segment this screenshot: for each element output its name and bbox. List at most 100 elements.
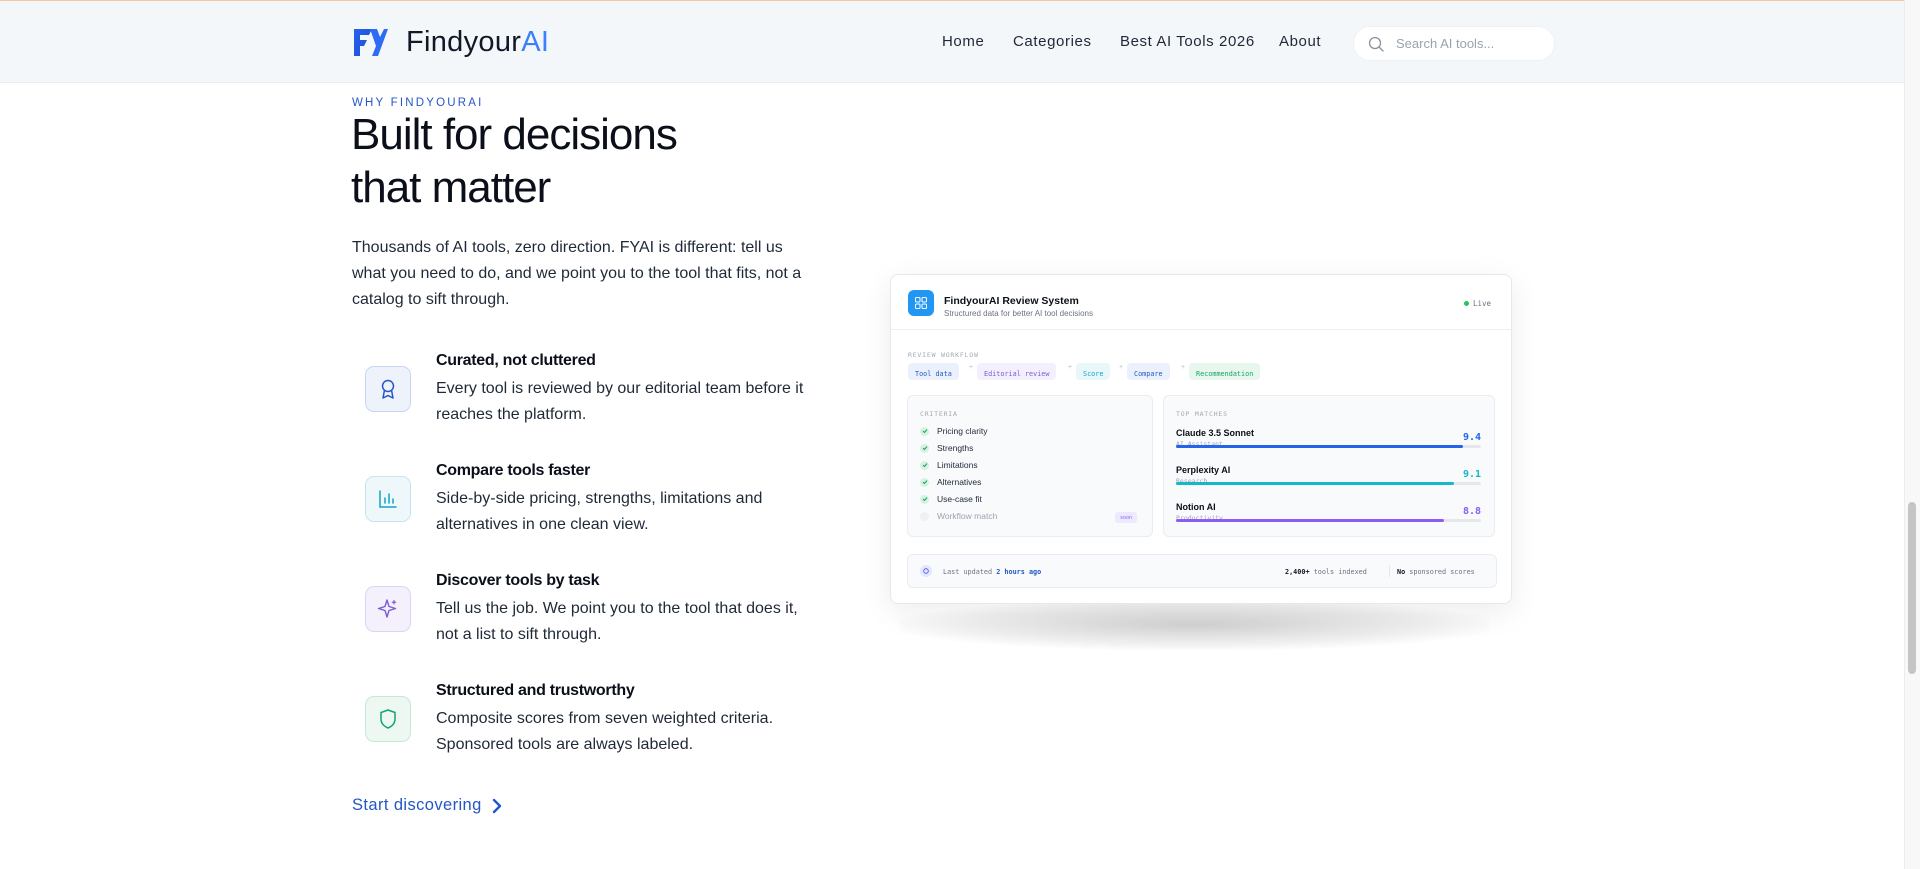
- criteria-text: Pricing clarity: [937, 426, 988, 436]
- start-discovering-link[interactable]: Start discovering: [352, 796, 502, 815]
- brand-name: FindyourAI: [406, 26, 549, 59]
- card-shadow: [900, 600, 1490, 650]
- sponsored-note: No sponsored scores: [1397, 568, 1475, 576]
- workflow-step: Score: [1076, 363, 1111, 380]
- status-dot-icon: [1464, 301, 1469, 306]
- brand-logo[interactable]: FindyourAI: [352, 26, 549, 59]
- nav-about[interactable]: About: [1279, 33, 1321, 50]
- live-status: Live: [1464, 299, 1491, 308]
- criteria-item: Pricing clarity: [920, 426, 988, 436]
- nav-categories[interactable]: Categories: [1013, 33, 1092, 50]
- check-icon: [920, 477, 929, 487]
- workflow-label: REVIEW WORKFLOW: [908, 351, 979, 359]
- brand-name-main: Findyour: [406, 26, 522, 58]
- check-icon: [920, 426, 929, 436]
- divider: [1389, 565, 1390, 577]
- criteria-text: Strengths: [937, 443, 974, 453]
- criteria-item: Workflow match: [920, 511, 997, 521]
- arrow-icon: +: [969, 364, 974, 371]
- criteria-item: Use-case fit: [920, 494, 982, 504]
- check-icon: [920, 443, 929, 453]
- criteria-text: Workflow match: [937, 511, 998, 521]
- heading-line-2: that matter: [351, 163, 551, 212]
- score-track: [1176, 482, 1481, 485]
- section-intro: Thousands of AI tools, zero direction. F…: [352, 239, 802, 308]
- indexed-label: tools indexed: [1313, 568, 1367, 576]
- match-score: 8.8: [1462, 506, 1481, 517]
- search-box[interactable]: [1353, 26, 1555, 61]
- feature-title: Structured and trustworthy: [436, 682, 635, 699]
- score-fill: [1176, 445, 1463, 448]
- workflow-step: Editorial review: [977, 363, 1057, 380]
- feature-desc: Composite scores from seven weighted cri…: [436, 710, 774, 753]
- feature-desc: Tell us the job. We point you to the too…: [436, 600, 798, 643]
- criteria-text: Alternatives: [937, 477, 982, 487]
- heading-line-1: Built for decisions: [351, 110, 678, 159]
- search-input[interactable]: [1394, 35, 1538, 52]
- section-heading: Built for decisions that matter: [351, 108, 678, 214]
- card-header: FindyourAI Review System Structured data…: [891, 275, 1511, 330]
- workflow-step: Recommendation: [1189, 363, 1261, 380]
- workflow-step: Compare: [1127, 363, 1170, 380]
- soon-badge: soon: [1115, 512, 1137, 523]
- criteria-label: CRITERIA: [920, 410, 958, 418]
- feature-title: Compare tools faster: [436, 462, 591, 479]
- score-fill: [1176, 482, 1454, 485]
- check-empty-icon: [920, 511, 929, 521]
- check-icon: [920, 494, 929, 504]
- shield-icon: [365, 696, 411, 742]
- match-name: Claude 3.5 Sonnet: [1176, 428, 1255, 438]
- bar-chart-icon: [365, 476, 411, 522]
- review-system-card: FindyourAI Review System Structured data…: [890, 274, 1512, 604]
- criteria-text: Limitations: [937, 460, 978, 470]
- score-track: [1176, 519, 1481, 522]
- card-footer: Last updated 2 hours ago 2,400+ tools in…: [907, 554, 1497, 588]
- card-title: FindyourAI Review System: [944, 295, 1079, 307]
- criteria-item: Alternatives: [920, 477, 981, 487]
- feature-desc: Every tool is reviewed by our editorial …: [436, 380, 804, 423]
- top-matches-panel: TOP MATCHES Claude 3.5 Sonnet AI Assista…: [1163, 395, 1495, 537]
- criteria-text: Use-case fit: [937, 494, 982, 504]
- scrollbar-track[interactable]: [1904, 0, 1920, 869]
- matches-label: TOP MATCHES: [1176, 410, 1228, 418]
- sponsored-label: sponsored scores: [1409, 568, 1475, 576]
- scrollbar-thumb[interactable]: [1908, 502, 1916, 674]
- match-name: Perplexity AI: [1176, 465, 1231, 475]
- sponsored-no: No: [1397, 568, 1406, 576]
- nav-best-ai-tools[interactable]: Best AI Tools 2026: [1120, 33, 1255, 50]
- feature-title: Curated, not cluttered: [436, 352, 596, 369]
- cta-label: Start discovering: [352, 796, 482, 814]
- indexed-count: 2,400+: [1285, 568, 1310, 576]
- feature-desc: Side-by-side pricing, strengths, limitat…: [436, 490, 763, 533]
- feature-title: Discover tools by task: [436, 572, 600, 589]
- brand-name-accent: AI: [521, 26, 550, 58]
- workflow-step: Tool data: [908, 363, 959, 380]
- criteria-item: Limitations: [920, 460, 978, 470]
- criteria-item: Strengths: [920, 443, 973, 453]
- arrow-icon: +: [1119, 364, 1124, 371]
- award-ribbon-icon: [365, 366, 411, 412]
- logo-mark-icon: [354, 29, 388, 56]
- clock-icon: [920, 565, 932, 577]
- match-name: Notion AI: [1176, 502, 1216, 512]
- updated-value: 2 hours ago: [996, 568, 1042, 576]
- match-score: 9.1: [1462, 469, 1481, 480]
- match-score: 9.4: [1462, 432, 1481, 443]
- arrow-icon: +: [1068, 364, 1073, 371]
- score-fill: [1176, 519, 1445, 522]
- criteria-panel: CRITERIA Pricing clarity Strengths Limit…: [907, 395, 1153, 537]
- updated-prefix: Last updated: [943, 568, 993, 576]
- arrow-icon: +: [1181, 364, 1186, 371]
- live-label: Live: [1473, 299, 1492, 308]
- search-icon: [1368, 36, 1384, 52]
- chevron-right-icon: [492, 798, 501, 813]
- nav-home[interactable]: Home: [942, 33, 984, 50]
- last-updated: Last updated 2 hours ago: [943, 568, 1041, 576]
- site-header: FindyourAI Home Categories Best AI Tools…: [0, 1, 1904, 83]
- score-track: [1176, 445, 1481, 448]
- sparkle-icon: [365, 586, 411, 632]
- tools-indexed: 2,400+ tools indexed: [1285, 568, 1367, 576]
- card-subtitle: Structured data for better AI tool decis…: [944, 309, 1093, 318]
- app-grid-icon: [908, 290, 934, 316]
- check-icon: [920, 460, 929, 470]
